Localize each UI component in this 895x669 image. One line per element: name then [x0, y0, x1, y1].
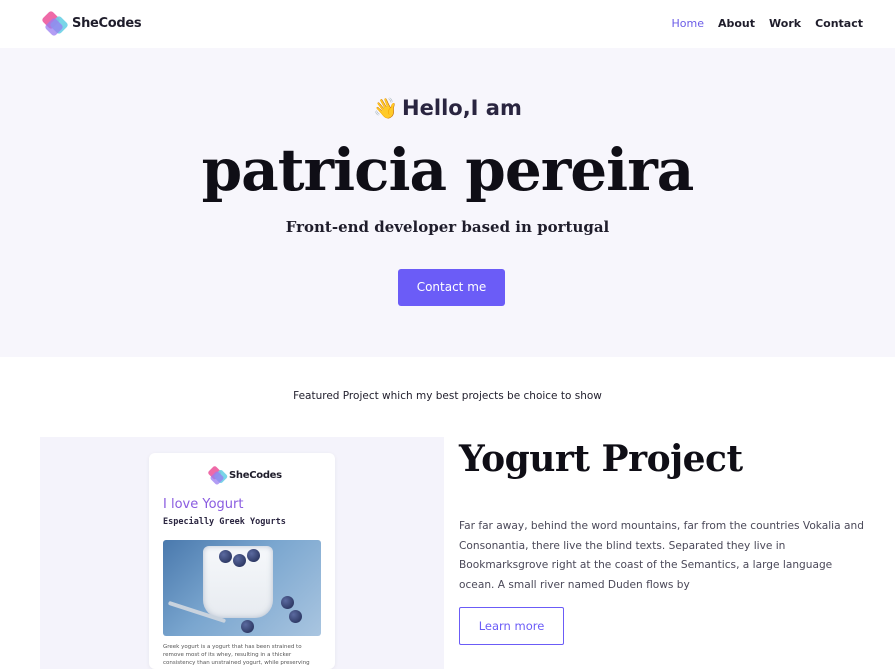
project-preview-card[interactable]: SheCodes I love Yogurt Especially Greek …: [149, 453, 335, 669]
card-title: I love Yogurt: [163, 497, 244, 512]
nav-item-work[interactable]: Work: [769, 17, 801, 30]
project-description: Far far away, behind the word mountains,…: [459, 520, 864, 591]
greeting-text: Hello,I am: [402, 96, 522, 120]
contact-me-button[interactable]: Contact me: [398, 269, 505, 306]
navbar: SheCodes Home About Work Contact: [0, 0, 895, 48]
nav-item-home[interactable]: Home: [672, 17, 704, 30]
yogurt-image: [163, 540, 321, 636]
project-title: Yogurt Project: [459, 438, 743, 480]
hero-section: 👋 Hello,I am patricia pereira Front-end d…: [0, 48, 895, 357]
card-subtitle: Especially Greek Yogurts: [163, 517, 286, 527]
waving-hand-icon: 👋: [373, 96, 399, 120]
main-nav: Home About Work Contact: [672, 17, 864, 30]
featured-heading: Featured Project which my best projects …: [293, 390, 602, 402]
shecodes-logo-icon: [207, 465, 229, 486]
card-brand-name: SheCodes: [229, 469, 282, 481]
hero-greeting: 👋 Hello,I am: [0, 96, 895, 120]
nav-item-about[interactable]: About: [718, 17, 755, 30]
learn-more-button[interactable]: Learn more: [459, 607, 564, 645]
nav-item-contact[interactable]: Contact: [815, 17, 863, 30]
card-body-text: Greek yogurt is a yogurt that has been s…: [163, 644, 310, 666]
brand-name: SheCodes: [72, 15, 142, 31]
shecodes-logo-icon: [41, 10, 69, 37]
card-brand: SheCodes: [207, 463, 282, 487]
brand-logo-link[interactable]: SheCodes: [41, 10, 142, 37]
hero-tagline: Front-end developer based in portugal: [285, 218, 610, 236]
hero-name: patricia pereira: [201, 136, 695, 204]
